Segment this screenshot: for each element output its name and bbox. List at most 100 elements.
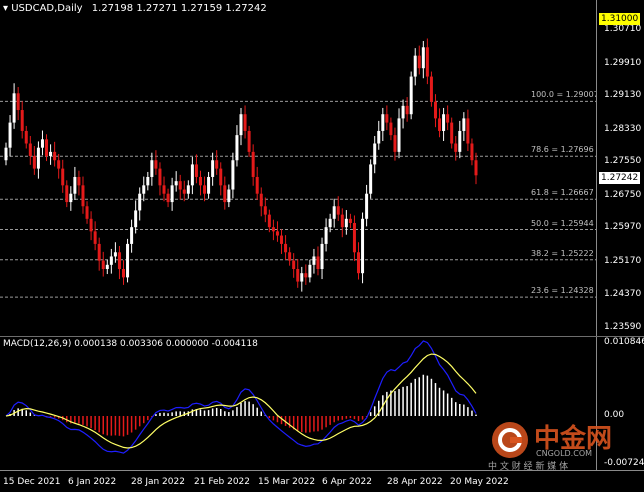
candle bbox=[105, 259, 109, 275]
candle bbox=[357, 242, 360, 280]
chart-symbol: USDCAD,Daily bbox=[11, 3, 83, 14]
price-chart[interactable] bbox=[0, 0, 596, 336]
price-chart-pane[interactable]: ▾ USDCAD,Daily 1.27198 1.27271 1.27159 1… bbox=[0, 0, 599, 336]
candle bbox=[219, 162, 223, 196]
candle bbox=[401, 99, 405, 129]
fib-level-label: 61.8 = 1.26667 bbox=[531, 188, 594, 198]
candle bbox=[32, 146, 36, 175]
candle bbox=[389, 117, 393, 141]
candle bbox=[57, 153, 61, 179]
time-axis[interactable]: 15 Dec 2021 6 Jan 2022 28 Jan 2022 21 Fe… bbox=[0, 470, 644, 492]
candle bbox=[348, 213, 352, 229]
candle bbox=[101, 251, 105, 277]
candle bbox=[198, 170, 202, 196]
price-tick-label: 1.29130 bbox=[604, 90, 642, 101]
candle bbox=[93, 221, 97, 251]
candle bbox=[267, 209, 271, 233]
chart-ohlc: 1.27198 1.27271 1.27159 1.27242 bbox=[91, 3, 267, 14]
price-tick-label: 1.29910 bbox=[604, 57, 642, 68]
candle bbox=[81, 176, 85, 214]
candle bbox=[117, 246, 121, 280]
candle bbox=[280, 229, 284, 254]
candle bbox=[308, 259, 312, 283]
candle bbox=[251, 144, 255, 186]
price-tick-label: 1.23590 bbox=[604, 322, 642, 332]
candle bbox=[49, 144, 53, 165]
candle bbox=[417, 45, 421, 75]
x-label: 21 Feb 2022 bbox=[194, 477, 251, 487]
x-label: 6 Apr 2022 bbox=[322, 477, 372, 487]
candle bbox=[211, 152, 215, 186]
x-label: 15 Mar 2022 bbox=[258, 477, 316, 487]
fib-level-label: 38.2 = 1.25222 bbox=[531, 248, 594, 258]
candle bbox=[243, 105, 247, 139]
price-tick-label: 1.25170 bbox=[604, 255, 642, 266]
candle bbox=[312, 248, 316, 274]
candle bbox=[85, 201, 89, 224]
candle bbox=[223, 176, 227, 210]
x-label: 15 Dec 2021 bbox=[3, 477, 61, 487]
candle bbox=[292, 253, 296, 278]
current-price-box: 1.27242 bbox=[599, 172, 641, 184]
candle bbox=[413, 48, 417, 86]
candle bbox=[405, 97, 409, 122]
price-tick-label: 1.30710 bbox=[604, 24, 642, 35]
candle bbox=[344, 210, 348, 235]
x-label: 28 Apr 2022 bbox=[387, 477, 443, 487]
candle bbox=[429, 71, 433, 107]
candle bbox=[442, 107, 446, 141]
candle bbox=[126, 238, 130, 283]
candle bbox=[109, 248, 113, 274]
candle bbox=[170, 177, 174, 211]
candle bbox=[61, 159, 65, 193]
price-axis[interactable]: 1.30710 1.29910 1.29130 1.28330 1.27550 1.267… bbox=[596, 0, 644, 336]
candle bbox=[194, 154, 198, 184]
x-label: 20 May 2022 bbox=[450, 477, 509, 487]
candle bbox=[474, 152, 478, 185]
candle bbox=[235, 125, 239, 167]
candle bbox=[8, 115, 12, 157]
candle bbox=[134, 200, 138, 234]
fib-level-label: 100.0 = 1.29007 bbox=[531, 90, 599, 100]
candle bbox=[203, 176, 207, 202]
candle bbox=[259, 187, 263, 217]
candle bbox=[40, 130, 44, 156]
candle bbox=[300, 266, 304, 292]
candle bbox=[178, 174, 182, 200]
candle bbox=[150, 152, 154, 186]
candle bbox=[470, 138, 474, 166]
macd-main-line bbox=[5, 340, 477, 454]
fib-level-label: 23.6 = 1.24328 bbox=[531, 286, 594, 296]
candle bbox=[247, 125, 251, 157]
price-tick-label: 1.24370 bbox=[604, 289, 642, 300]
candle bbox=[340, 208, 344, 238]
candle bbox=[73, 166, 77, 200]
candle bbox=[393, 127, 397, 161]
candle bbox=[12, 83, 16, 129]
macd-header: MACD(12,26,9) 0.000138 0.003306 0.000000… bbox=[3, 339, 258, 349]
candle bbox=[438, 108, 442, 138]
candle bbox=[16, 87, 20, 121]
candle bbox=[466, 109, 470, 152]
candle bbox=[425, 38, 429, 85]
candle bbox=[53, 141, 57, 167]
candle bbox=[320, 237, 324, 280]
candle bbox=[462, 112, 466, 141]
candle bbox=[284, 235, 288, 260]
candle bbox=[433, 94, 437, 128]
fib-level-label: 50.0 = 1.25944 bbox=[531, 218, 594, 228]
candle bbox=[162, 176, 166, 202]
candle bbox=[324, 218, 328, 252]
cngold-watermark: 中金网 CNGOLD.COM 中 文 财 经 新 媒 体 bbox=[488, 418, 644, 473]
collapse-triangle-icon[interactable]: ▾ bbox=[3, 3, 8, 14]
candle bbox=[458, 120, 462, 159]
candle bbox=[45, 134, 49, 162]
watermark-tagline: 中 文 财 经 新 媒 体 bbox=[488, 462, 569, 472]
candle bbox=[239, 107, 243, 146]
candle bbox=[446, 105, 450, 131]
price-tick-label: 1.25970 bbox=[604, 222, 642, 233]
candle bbox=[373, 135, 377, 174]
candle bbox=[263, 197, 267, 223]
candle bbox=[142, 176, 146, 202]
cngold-logo-icon bbox=[492, 422, 528, 458]
